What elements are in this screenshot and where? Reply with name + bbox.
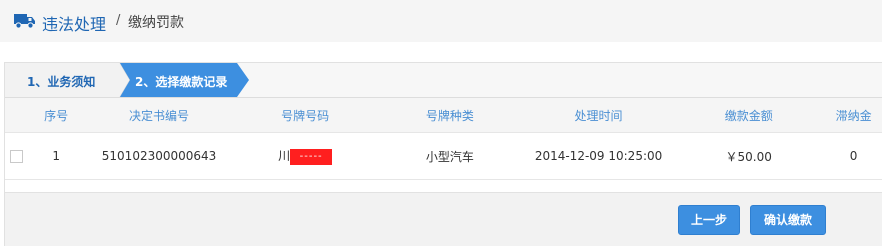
action-bar: 上一步 确认缴款 (5, 192, 882, 246)
row-late-fee: 0 (824, 132, 882, 180)
col-plate-no: 号牌号码 (234, 98, 376, 133)
page-title: 违法处理 (42, 15, 107, 34)
col-decision-no: 决定书编号 (83, 98, 235, 133)
confirm-payment-button[interactable]: 确认缴款 (750, 205, 826, 235)
row-amount: ￥50.00 (673, 132, 825, 180)
col-amount: 缴款金额 (673, 98, 825, 133)
breadcrumb-separator: / (116, 13, 121, 28)
plate-prefix: 川 (278, 149, 291, 164)
step-indicator: 1、业务须知 2、选择缴款记录 (5, 63, 882, 98)
step-2-active: 2、选择缴款记录 (135, 75, 228, 89)
col-plate-type: 号牌种类 (375, 98, 524, 133)
col-index: 序号 (28, 98, 84, 133)
col-checkbox (5, 98, 29, 133)
plate-redaction: ----- (290, 148, 333, 165)
col-time: 处理时间 (523, 98, 674, 133)
row-checkbox[interactable] (10, 150, 24, 163)
row-time: 2014-12-09 10:25:00 (523, 132, 674, 180)
table-header-row: 序号 决定书编号 号牌号码 号牌种类 处理时间 缴款金额 滞纳金 (5, 98, 882, 133)
row-checkbox-cell (5, 132, 29, 180)
truck-icon (14, 14, 35, 29)
col-late-fee: 滞纳金 (824, 98, 882, 133)
prev-step-button[interactable]: 上一步 (678, 205, 740, 235)
row-plate-no-cell: 川 ----- (234, 132, 376, 180)
page-header: 违法处理 / 缴纳罚款 (0, 0, 882, 42)
breadcrumb-current: 缴纳罚款 (128, 15, 184, 31)
step-1: 1、业务须知 (27, 75, 96, 89)
table-row[interactable]: 1 510102300000643 川 ----- 小型汽车 2014-12-09… (5, 132, 882, 180)
payment-records-table: 序号 决定书编号 号牌号码 号牌种类 处理时间 缴款金额 滞纳金 1 51010… (5, 98, 882, 180)
row-index: 1 (28, 132, 84, 180)
payment-panel: 1、业务须知 2、选择缴款记录 序号 决定书编号 号牌号码 号牌种类 处理时间 … (4, 62, 882, 246)
row-plate-type: 小型汽车 (375, 132, 524, 180)
row-decision-no: 510102300000643 (83, 132, 235, 180)
